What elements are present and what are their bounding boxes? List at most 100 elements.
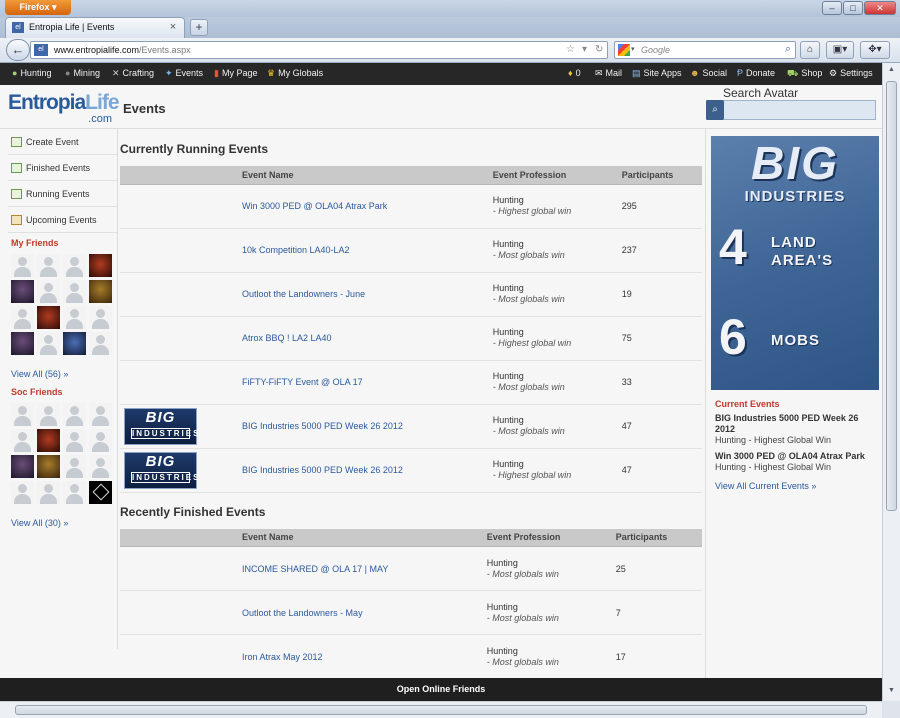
back-button[interactable]: ← (6, 39, 30, 61)
firefox-menu-button[interactable]: Firefox ▾ (5, 0, 71, 15)
event-name-link[interactable]: 10k Competition LA40-LA2 (242, 245, 350, 255)
minimize-button[interactable]: – (822, 1, 842, 15)
event-banner-image[interactable]: BIG INDUSTRIES (124, 451, 198, 489)
nav-settings[interactable]: ⚙ Settings (829, 68, 873, 79)
history-dropdown-icon[interactable]: ▾ (582, 44, 587, 55)
notifications[interactable]: ♦ 0 (568, 68, 581, 78)
event-name-link[interactable]: Outloot the Landowners - June (242, 289, 365, 299)
tab-entropia-events[interactable]: el Entropia Life | Events × (5, 17, 185, 38)
event-name-link[interactable]: Atrox BBQ ! LA2 LA40 (242, 333, 332, 343)
scroll-up-arrow-icon[interactable]: ▲ (886, 66, 897, 78)
avatar[interactable] (11, 280, 34, 303)
avatar[interactable] (11, 306, 34, 329)
avatar[interactable] (37, 332, 60, 355)
avatar[interactable] (63, 332, 86, 355)
avatar[interactable] (37, 455, 60, 478)
avatar[interactable] (11, 455, 34, 478)
nav-shop[interactable]: ⛟ Shop (787, 68, 822, 80)
site-identity-icon[interactable]: el (34, 44, 48, 56)
my-friends-view-all-link[interactable]: View All (56) » (11, 369, 117, 379)
bookmarks-button[interactable]: ▣▾ (826, 41, 854, 59)
avatar[interactable] (89, 481, 112, 504)
search-avatar-input[interactable] (706, 100, 876, 120)
avatar[interactable] (11, 403, 34, 426)
avatar[interactable] (89, 403, 112, 426)
maximize-button[interactable]: □ (843, 1, 863, 15)
nav-donate[interactable]: Ᵽ Donate (737, 68, 775, 78)
avatar[interactable] (11, 429, 34, 452)
avatar[interactable] (89, 254, 112, 277)
avatar[interactable] (63, 455, 86, 478)
url-bar[interactable]: el www.entropialife.com/Events.aspx ☆ ▾ … (30, 41, 608, 59)
current-event-link[interactable]: Win 3000 PED @ OLA04 Atrax Park (715, 451, 877, 462)
scroll-down-arrow-icon[interactable]: ▼ (886, 687, 897, 699)
avatar[interactable] (89, 455, 112, 478)
search-magnifier-icon[interactable]: ⌕ (785, 43, 791, 56)
avatar[interactable] (89, 306, 112, 329)
scrollbar-thumb[interactable] (886, 81, 897, 511)
event-banner-image[interactable]: BIG INDUSTRIES (124, 407, 198, 445)
nav-mail[interactable]: ✉ Mail (595, 68, 622, 79)
sidebar-item-finished-events[interactable]: Finished Events (8, 155, 117, 181)
close-window-button[interactable]: ✕ (864, 1, 896, 15)
event-name-link[interactable]: Outloot the Landowners - May (242, 608, 363, 618)
avatar[interactable] (11, 254, 34, 277)
avatar[interactable] (37, 254, 60, 277)
sidebar-item-upcoming-events[interactable]: Upcoming Events (8, 207, 117, 233)
reload-icon[interactable]: ↻ (595, 44, 603, 55)
open-online-friends-bar[interactable]: Open Online Friends (0, 678, 882, 701)
nav-my-globals[interactable]: ♛ My Globals (267, 68, 323, 79)
window-titlebar (0, 0, 900, 17)
avatar[interactable] (63, 306, 86, 329)
bookmark-star-icon[interactable]: ☆ (566, 44, 575, 55)
nav-site-apps[interactable]: ▤ Site Apps (632, 68, 682, 79)
close-tab-icon[interactable]: × (167, 21, 179, 33)
event-name-link[interactable]: Iron Atrax May 2012 (242, 652, 323, 662)
sidebar-item-running-events[interactable]: Running Events (8, 181, 117, 207)
avatar[interactable] (37, 481, 60, 504)
event-name-link[interactable]: Win 3000 PED @ OLA04 Atrax Park (242, 201, 387, 211)
current-event-link[interactable]: BIG Industries 5000 PED Week 26 2012 (715, 413, 877, 435)
horizontal-scrollbar-thumb[interactable] (15, 705, 867, 715)
avatar[interactable] (89, 280, 112, 303)
avatar[interactable] (63, 280, 86, 303)
sidebar-item-create-event[interactable]: Create Event (8, 129, 117, 155)
event-name-link[interactable]: BIG Industries 5000 PED Week 26 2012 (242, 465, 403, 475)
vertical-scrollbar[interactable]: ▲ ▼ (882, 63, 900, 701)
new-tab-button[interactable]: + (190, 19, 208, 36)
event-name-link[interactable]: FiFTY-FiFTY Event @ OLA 17 (242, 377, 363, 387)
avatar[interactable] (89, 332, 112, 355)
nav-events[interactable]: ✦ Events (165, 68, 203, 79)
avatar[interactable] (63, 254, 86, 277)
window-resize-grip[interactable] (882, 701, 900, 718)
engine-dropdown-icon[interactable]: ▾ (631, 45, 635, 53)
nav-mining[interactable]: ● Mining (65, 68, 100, 78)
search-bar[interactable]: ▾ Google ⌕ (614, 41, 796, 59)
addons-button[interactable]: ✥▾ (860, 41, 890, 59)
avatar[interactable] (37, 429, 60, 452)
firefox-menu-label: Firefox (19, 2, 50, 12)
avatar[interactable] (37, 306, 60, 329)
event-name-link[interactable]: INCOME SHARED @ OLA 17 | MAY (242, 564, 388, 574)
soc-friends-view-all-link[interactable]: View All (30) » (11, 518, 117, 528)
home-button[interactable]: ⌂ (800, 41, 820, 59)
avatar[interactable] (11, 481, 34, 504)
avatar[interactable] (63, 481, 86, 504)
site-logo[interactable]: EntropiaLife .com (8, 92, 120, 126)
view-all-current-events-link[interactable]: View All Current Events » (715, 481, 877, 491)
avatar[interactable] (37, 403, 60, 426)
avatar[interactable] (63, 403, 86, 426)
event-name-link[interactable]: BIG Industries 5000 PED Week 26 2012 (242, 421, 403, 431)
search-avatar-button[interactable]: ⌕ (706, 100, 724, 120)
nav-hunting[interactable]: ● Hunting (12, 68, 51, 78)
nav-social[interactable]: ☻ Social (690, 68, 727, 78)
nav-crafting[interactable]: ✕ Crafting (112, 68, 154, 79)
avatar[interactable] (63, 429, 86, 452)
big-industries-ad-banner[interactable]: BIG INDUSTRIES 4 LAND AREA'S 6 MOBS (711, 136, 879, 390)
avatar[interactable] (37, 280, 60, 303)
avatar[interactable] (11, 332, 34, 355)
horizontal-scrollbar[interactable] (0, 701, 882, 718)
avatar[interactable] (89, 429, 112, 452)
nav-my-page[interactable]: ▮ My Page (214, 68, 257, 79)
google-engine-icon[interactable] (618, 44, 630, 56)
